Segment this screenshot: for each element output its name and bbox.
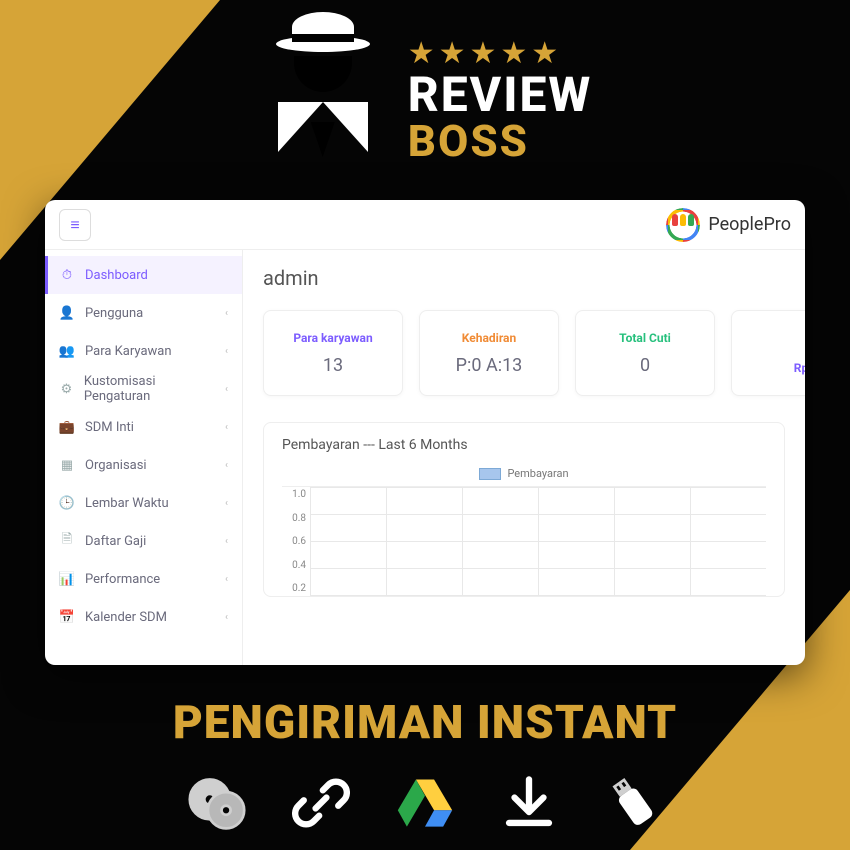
sidebar-item-kalender[interactable]: 📅 Kalender SDM ‹	[45, 598, 242, 636]
sidebar-item-pengguna[interactable]: 👤 Pengguna ‹	[45, 294, 242, 332]
briefcase-icon: 💼	[59, 420, 75, 435]
chart-area: 1.0 0.8 0.6 0.4 0.2	[282, 486, 766, 596]
app-window: ≡ PeoplePro ⏱ Dashboard 👤 Pengguna ‹ 👥 Para Ka…	[45, 200, 805, 665]
stat-value: 13	[323, 355, 343, 376]
disc-icon	[188, 774, 246, 832]
chevron-left-icon: ‹	[225, 612, 228, 623]
stat-card: Kehadiran P:0 A:13	[419, 310, 559, 396]
chevron-left-icon: ‹	[225, 498, 228, 509]
sidebar-item-karyawan[interactable]: 👥 Para Karyawan ‹	[45, 332, 242, 370]
sidebar-item-label: Daftar Gaji	[85, 534, 146, 549]
chevron-left-icon: ‹	[225, 308, 228, 319]
brand-title-2: BOSS	[408, 119, 593, 163]
gauge-icon: ⏱	[59, 268, 75, 283]
stat-card: Total Cuti 0	[575, 310, 715, 396]
chevron-left-icon: ‹	[225, 422, 228, 433]
brand-title-1: REVIEW	[408, 71, 593, 119]
usb-icon	[604, 774, 662, 832]
user-icon: 👤	[59, 306, 75, 321]
chevron-left-icon: ‹	[225, 346, 228, 357]
y-tick-label: 1.0	[282, 489, 306, 500]
chevron-left-icon: ‹	[225, 460, 228, 471]
sidebar-item-label: Para Karyawan	[85, 344, 172, 359]
sidebar-item-label: Lembar Waktu	[85, 496, 169, 511]
chevron-left-icon: ‹	[225, 574, 228, 585]
sidebar-item-label: Kalender SDM	[85, 610, 167, 625]
legend-label: Pembayaran	[507, 467, 568, 480]
brand-header: ★★★★★ REVIEW BOSS	[0, 12, 850, 172]
stat-card-partial: Rp	[731, 310, 805, 396]
footer-title: PENGIRIMAN INSTANT	[0, 696, 850, 750]
chevron-left-icon: ‹	[225, 536, 228, 547]
page-title: admin	[263, 266, 785, 290]
stat-value: P:0 A:13	[456, 355, 523, 376]
chart-icon: 📊	[59, 572, 75, 587]
menu-toggle-button[interactable]: ≡	[59, 209, 91, 241]
sidebar-item-sdm[interactable]: 💼 SDM Inti ‹	[45, 408, 242, 446]
sidebar-item-performance[interactable]: 📊 Performance ‹	[45, 560, 242, 598]
stat-value: Rp	[794, 361, 805, 375]
main-content: admin Para karyawan 13 Kehadiran P:0 A:13 To…	[243, 250, 805, 665]
sidebar: ⏱ Dashboard 👤 Pengguna ‹ 👥 Para Karyawan ‹ ⚙ Kust…	[45, 250, 243, 665]
footer-icons	[0, 774, 850, 832]
chart-legend: Pembayaran	[282, 467, 766, 480]
sidebar-item-lembar[interactable]: 🕒 Lembar Waktu ‹	[45, 484, 242, 522]
sidebar-item-label: Dashboard	[85, 268, 148, 283]
sidebar-item-organisasi[interactable]: ▦ Organisasi ‹	[45, 446, 242, 484]
users-icon: 👥	[59, 344, 75, 359]
stat-label: Kehadiran	[462, 331, 516, 345]
sidebar-item-label: Kustomisasi Pengaturan	[84, 374, 215, 404]
app-header: ≡ PeoplePro	[45, 200, 805, 250]
sidebar-item-label: Organisasi	[85, 458, 147, 473]
stats-row: Para karyawan 13 Kehadiran P:0 A:13 Total Cu…	[263, 310, 785, 396]
y-tick-label: 0.4	[282, 560, 306, 571]
file-icon: 🗎	[59, 530, 75, 552]
stat-card: Para karyawan 13	[263, 310, 403, 396]
sidebar-item-label: Pengguna	[85, 306, 143, 321]
y-tick-label: 0.8	[282, 513, 306, 524]
sliders-icon: ⚙	[59, 382, 74, 397]
chart-card: Pembayaran --- Last 6 Months Pembayaran …	[263, 422, 785, 597]
calendar-icon: 📅	[59, 610, 75, 625]
sidebar-item-kustom[interactable]: ⚙ Kustomisasi Pengaturan ‹	[45, 370, 242, 408]
app-name: PeoplePro	[708, 214, 791, 235]
stat-label: Para karyawan	[293, 331, 372, 345]
drive-icon	[396, 774, 454, 832]
sidebar-item-gaji[interactable]: 🗎 Daftar Gaji ‹	[45, 522, 242, 560]
sidebar-item-label: Performance	[85, 572, 160, 587]
link-icon	[292, 774, 350, 832]
stat-value: 0	[640, 355, 650, 376]
chart-title: Pembayaran --- Last 6 Months	[282, 437, 766, 453]
sidebar-item-label: SDM Inti	[85, 420, 134, 435]
app-brand: PeoplePro	[666, 208, 791, 242]
mascot-icon	[258, 12, 388, 172]
y-tick-label: 0.2	[282, 583, 306, 594]
legend-swatch	[479, 468, 501, 480]
clock-icon: 🕒	[59, 496, 75, 511]
chevron-left-icon: ‹	[225, 384, 228, 395]
download-icon	[500, 774, 558, 832]
stat-label: Total Cuti	[619, 331, 671, 345]
y-tick-label: 0.6	[282, 536, 306, 547]
grid-icon: ▦	[59, 458, 75, 473]
sidebar-item-dashboard[interactable]: ⏱ Dashboard	[45, 256, 242, 294]
